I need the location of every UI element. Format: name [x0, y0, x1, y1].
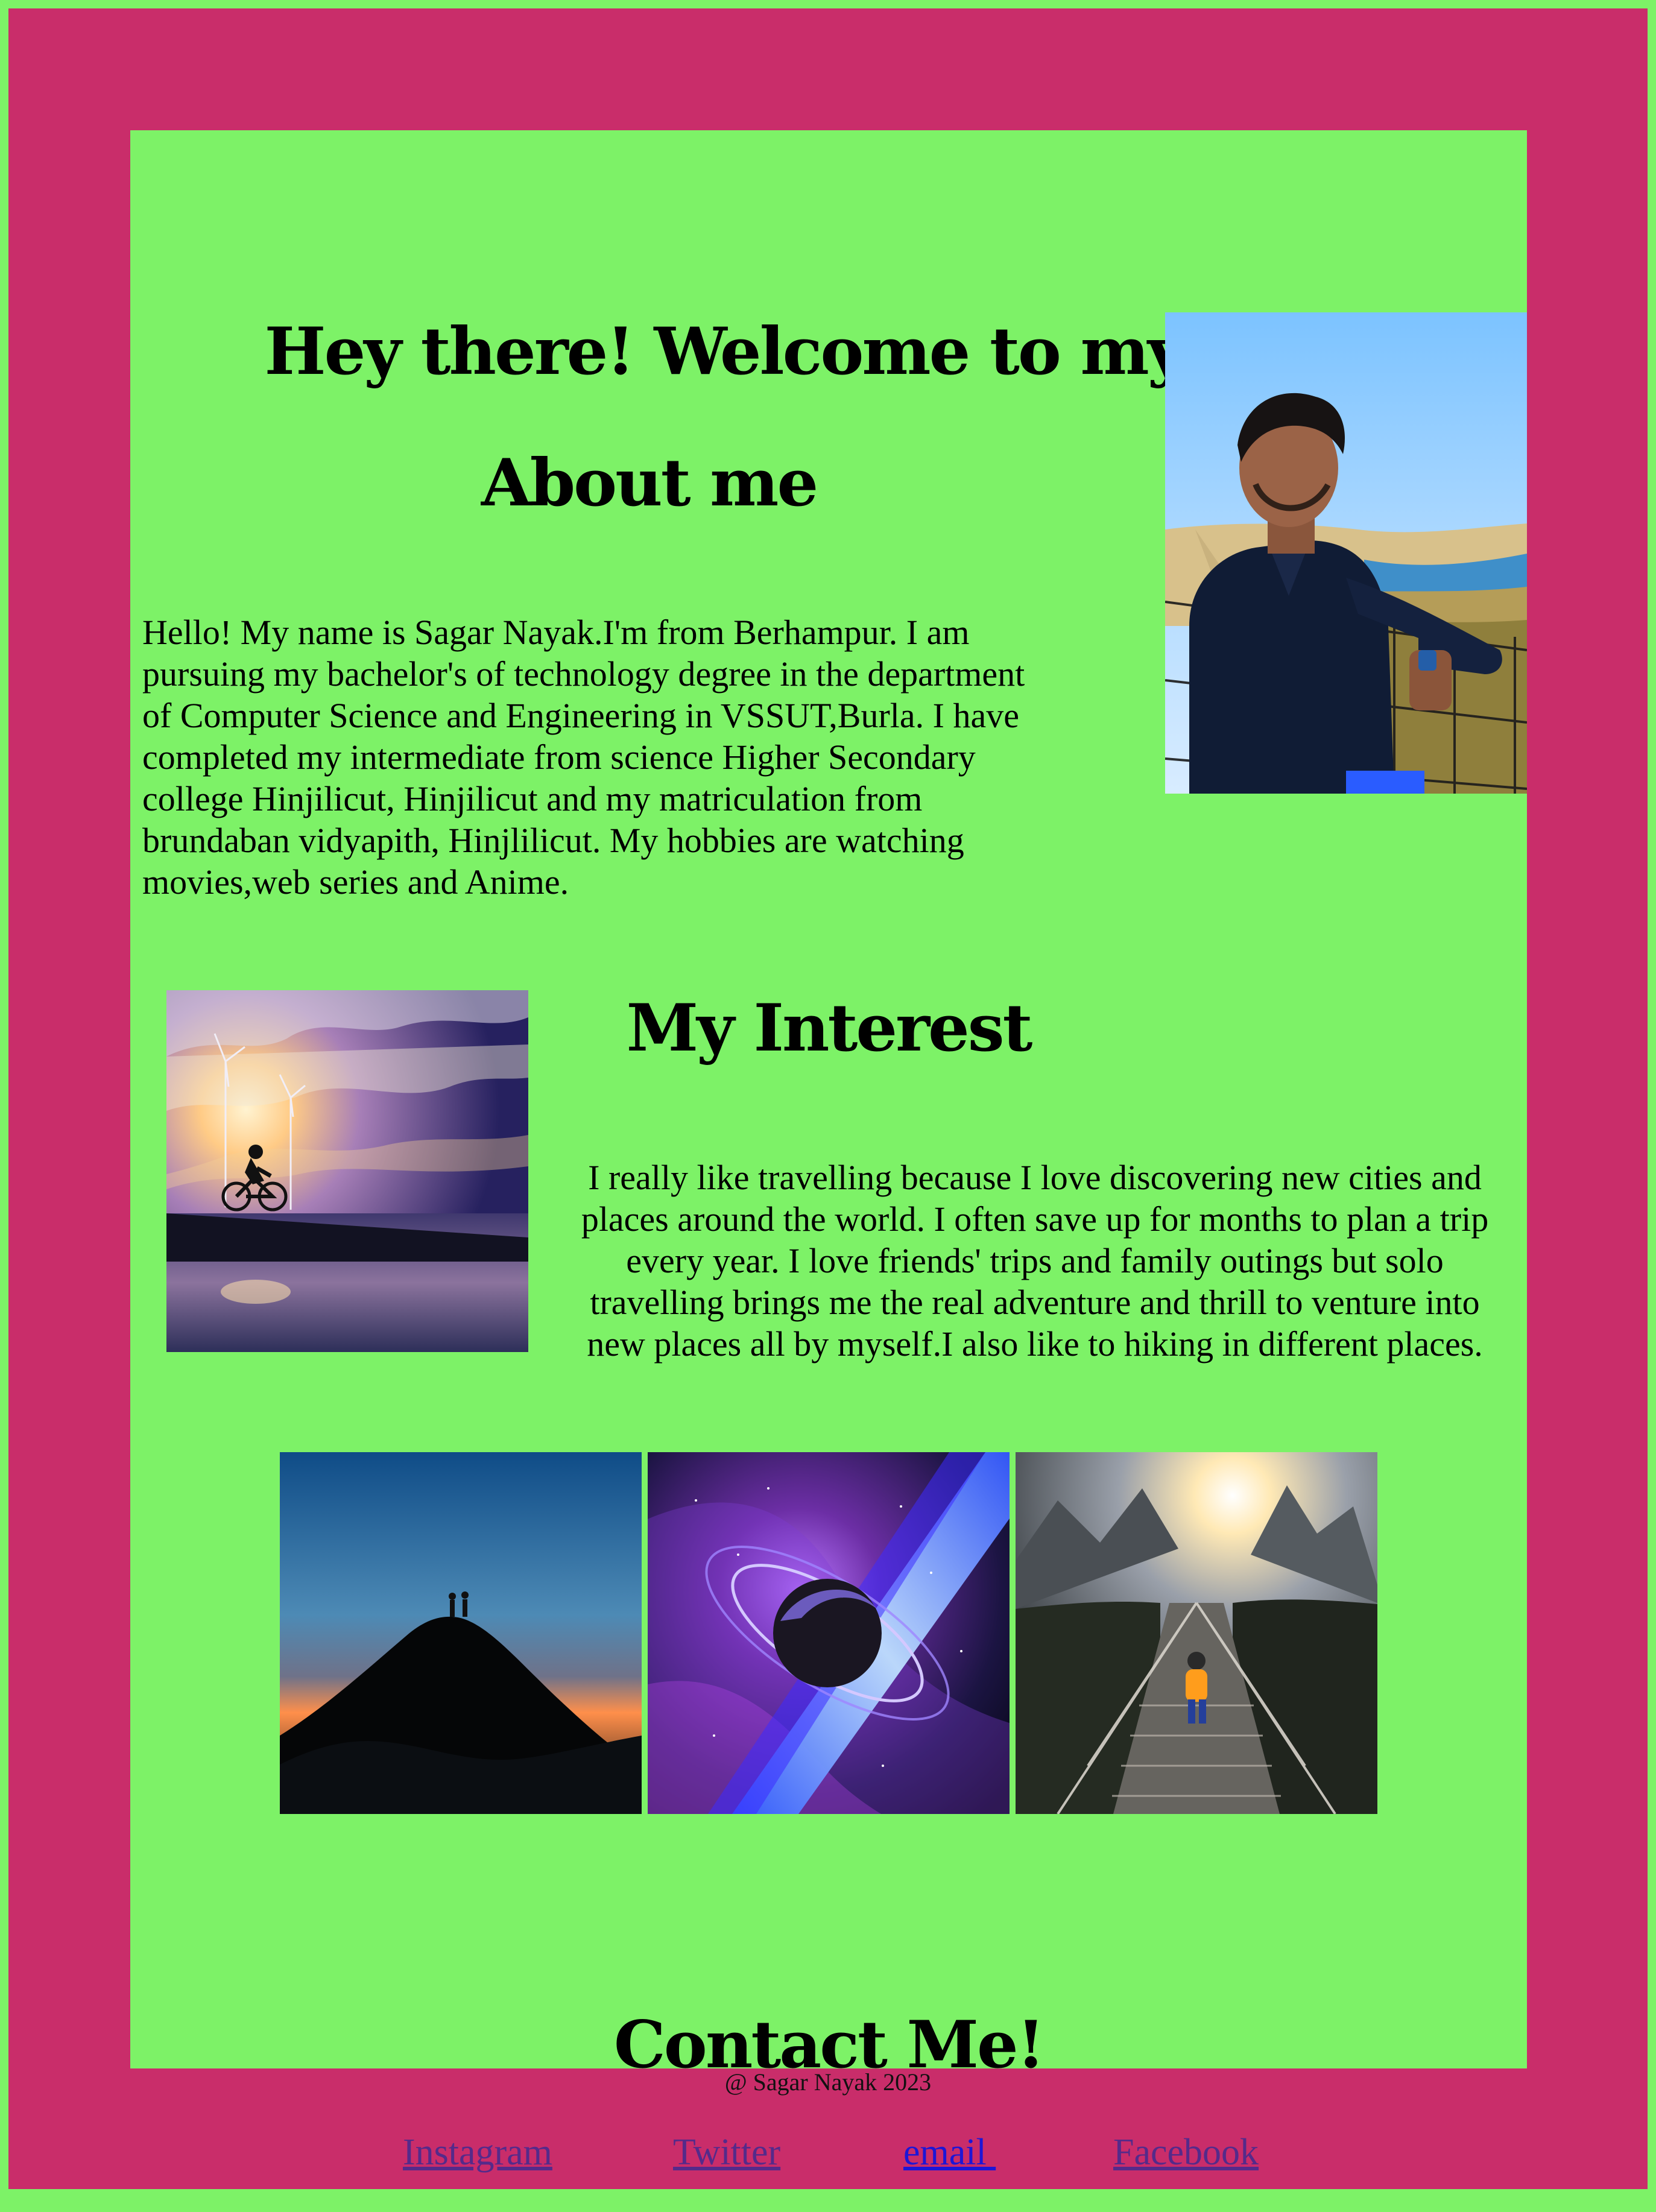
contact-links: Instagram Twitter email Facebook	[130, 2130, 1527, 2178]
profile-photo	[1165, 312, 1527, 794]
interest-text: I really like travelling because I love …	[581, 1158, 1489, 1364]
instagram-link[interactable]: Instagram	[403, 2130, 552, 2175]
about-heading: About me	[481, 445, 818, 521]
footer-copyright: @ Sagar Nayak 2023	[724, 2068, 932, 2096]
interest-cycling-photo	[166, 990, 528, 1352]
twitter-link[interactable]: Twitter	[673, 2130, 780, 2175]
email-link[interactable]: email	[903, 2130, 996, 2175]
about-text: Hello! My name is Sagar Nayak.I'm from B…	[142, 613, 1025, 902]
gallery-mountain-photo	[280, 1452, 642, 1814]
gallery-space-photo	[648, 1452, 1010, 1814]
content-panel: Hey there! Welcome to my page. About me …	[130, 130, 1527, 2173]
facebook-link[interactable]: Facebook	[1113, 2130, 1259, 2175]
gallery-bridge-photo	[1016, 1452, 1377, 1814]
